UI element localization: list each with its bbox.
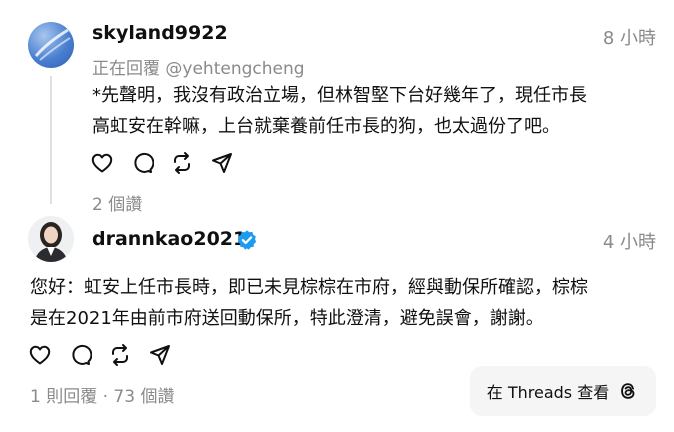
repost-icon: [174, 152, 190, 174]
share-button[interactable]: [210, 151, 234, 175]
comment-icon: [72, 344, 92, 365]
timestamp-post1[interactable]: 8 小時: [566, 24, 656, 50]
avatar-drannkao2021[interactable]: [28, 216, 74, 262]
post1-like-count[interactable]: 2 個讚: [92, 190, 142, 215]
verified-badge: [236, 229, 258, 255]
threads-logo-icon: [621, 383, 635, 399]
repost-button[interactable]: [108, 343, 132, 367]
post2-reply-like-count[interactable]: 1 則回覆 · 73 個讚: [30, 382, 174, 407]
like-button[interactable]: [28, 343, 52, 367]
avatar-skyland9922[interactable]: [28, 22, 74, 68]
share-button[interactable]: [148, 343, 172, 367]
comment-button[interactable]: [130, 151, 154, 175]
heart-icon: [29, 345, 51, 365]
verified-badge-icon: [237, 230, 257, 250]
comment-button[interactable]: [68, 343, 92, 367]
thread-connector-line: [50, 76, 52, 204]
view-on-threads-label: 在 Threads 查看: [486, 383, 610, 402]
heart-icon: [91, 153, 113, 173]
username-post1[interactable]: skyland9922: [92, 22, 228, 44]
share-icon: [212, 153, 232, 173]
repost-icon: [112, 344, 128, 366]
post1-body-line2: 高虹安在幹嘛，上台就棄養前任市長的狗，也太過份了吧。: [92, 116, 560, 137]
like-button[interactable]: [90, 151, 114, 175]
post2-body-line2: 是在2021年由前市府送回動保所，特此澄清，避免誤會，謝謝。: [30, 308, 544, 329]
replying-to-label: 正在回覆 @yehtengcheng: [92, 59, 305, 79]
post2-body-line1: 您好：虹安上任市長時，即已未見棕棕在市府，經與動保所確認，棕棕: [30, 277, 588, 298]
timestamp-post2[interactable]: 4 小時: [566, 228, 656, 254]
comment-icon: [134, 152, 154, 173]
repost-button[interactable]: [170, 151, 194, 175]
view-on-threads-button[interactable]: 在 Threads 查看: [470, 366, 656, 416]
post1-body-line1: *先聲明，我沒有政治立場，但林智堅下台好幾年了，現任市長: [92, 85, 587, 106]
share-icon: [150, 345, 170, 365]
username-post2[interactable]: drannkao2021: [92, 228, 246, 250]
